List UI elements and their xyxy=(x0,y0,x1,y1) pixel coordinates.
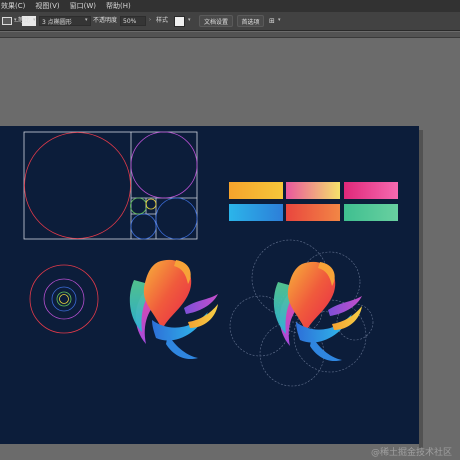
tab-strip xyxy=(0,32,460,38)
stroke-profile-label: 等比 xyxy=(18,17,31,24)
chevron-down-icon[interactable]: ▾ xyxy=(278,17,281,23)
document-setup-label: 文档设置 xyxy=(203,18,228,26)
color-swatch-red-orange[interactable] xyxy=(286,204,340,221)
menu-view[interactable]: 视图(V) xyxy=(30,0,64,12)
color-swatch-magenta-pink[interactable] xyxy=(344,182,398,199)
preferences-label: 首选项 xyxy=(241,18,260,26)
concentric-circles xyxy=(29,264,99,334)
golden-ratio-grid xyxy=(23,131,198,240)
menu-help[interactable]: 帮助(H) xyxy=(101,0,136,12)
chevron-down-icon[interactable]: ▾ xyxy=(188,17,191,23)
color-swatch-green-teal[interactable] xyxy=(344,204,398,221)
chevron-right-icon[interactable]: › xyxy=(149,17,151,23)
golden-circle-large xyxy=(24,132,131,239)
style-swatch[interactable] xyxy=(174,16,185,27)
watermark: @稀土掘金技术社区 xyxy=(370,448,452,458)
color-swatch-pink-yellow[interactable] xyxy=(286,182,340,199)
stroke-swatch[interactable] xyxy=(2,17,12,25)
illustrator-window: 效果(C) 视图(V) 窗口(W) 帮助(H) ▾ — 等比 ▾ 3 点椭圆形 … xyxy=(0,0,460,460)
brush-value: 3 点椭圆形 xyxy=(42,18,72,26)
menu-bar: 效果(C) 视图(V) 窗口(W) 帮助(H) xyxy=(0,0,460,12)
artboard-shadow xyxy=(419,130,423,448)
artwork xyxy=(23,131,374,387)
menu-window[interactable]: 窗口(W) xyxy=(65,0,101,12)
logo-mark xyxy=(129,259,218,360)
style-label: 样式 xyxy=(156,17,169,24)
arrange-icon[interactable]: ⊞ xyxy=(269,16,275,26)
opacity-label: 不透明度 xyxy=(93,17,118,24)
opacity-value: 50% xyxy=(123,17,137,25)
brush-field[interactable]: 3 点椭圆形 xyxy=(39,16,91,26)
color-swatch-orange-yellow[interactable] xyxy=(229,182,283,199)
menu-effect[interactable]: 效果(C) xyxy=(0,0,30,12)
golden-circle-medium xyxy=(130,131,198,199)
preferences-button[interactable]: 首选项 xyxy=(237,15,264,27)
chevron-down-icon[interactable]: ▾ xyxy=(33,17,36,23)
control-bar: ▾ — 等比 ▾ 3 点椭圆形 ▾ 不透明度 50% › 样式 ▾ 文档设置 首… xyxy=(0,12,460,31)
chevron-down-icon[interactable]: ▾ xyxy=(85,17,88,23)
opacity-field[interactable]: 50% xyxy=(120,16,146,26)
document-setup-button[interactable]: 文档设置 xyxy=(199,15,233,27)
golden-circle-small xyxy=(155,197,198,240)
artboard[interactable] xyxy=(0,126,419,444)
logo-mark-construction xyxy=(273,261,362,362)
color-swatch-cyan-blue[interactable] xyxy=(229,204,283,221)
